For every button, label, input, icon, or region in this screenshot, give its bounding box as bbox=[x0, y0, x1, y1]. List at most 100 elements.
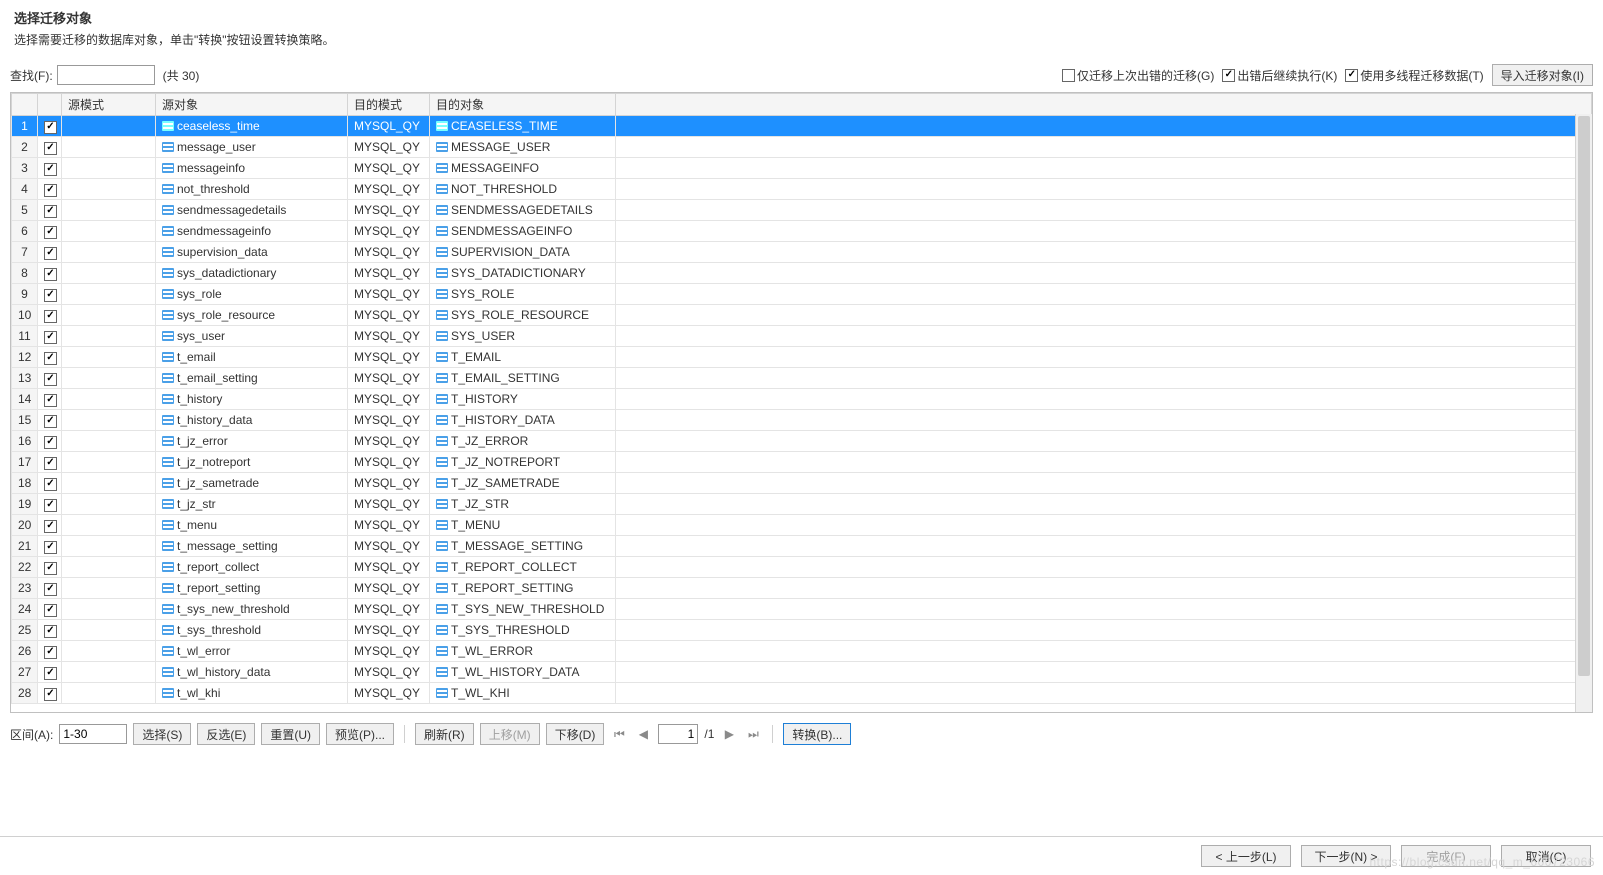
refresh-button[interactable]: 刷新(R) bbox=[415, 723, 474, 745]
cell-src-schema[interactable] bbox=[62, 557, 156, 578]
cell-dst-schema[interactable]: MYSQL_QY bbox=[348, 347, 430, 368]
cell-dst-obj[interactable]: T_EMAIL bbox=[430, 347, 616, 368]
cell-dst-obj[interactable]: CEASELESS_TIME bbox=[430, 116, 616, 137]
cell-src-schema[interactable] bbox=[62, 284, 156, 305]
cell-dst-schema[interactable]: MYSQL_QY bbox=[348, 536, 430, 557]
table-row[interactable]: 23t_report_settingMYSQL_QYT_REPORT_SETTI… bbox=[12, 578, 1592, 599]
cell-src-schema[interactable] bbox=[62, 473, 156, 494]
cell-dst-obj[interactable]: T_REPORT_SETTING bbox=[430, 578, 616, 599]
row-checkbox[interactable] bbox=[38, 116, 62, 137]
page-prev-icon[interactable]: ◀ bbox=[634, 725, 652, 743]
cell-src-schema[interactable] bbox=[62, 389, 156, 410]
cell-src-obj[interactable]: sys_role bbox=[156, 284, 348, 305]
cell-src-schema[interactable] bbox=[62, 494, 156, 515]
cell-src-schema[interactable] bbox=[62, 137, 156, 158]
cell-dst-obj[interactable]: T_HISTORY bbox=[430, 389, 616, 410]
header-dst-obj[interactable]: 目的对象 bbox=[430, 94, 616, 116]
cell-dst-obj[interactable]: T_SYS_THRESHOLD bbox=[430, 620, 616, 641]
table-row[interactable]: 15t_history_dataMYSQL_QYT_HISTORY_DATA bbox=[12, 410, 1592, 431]
cell-dst-schema[interactable]: MYSQL_QY bbox=[348, 473, 430, 494]
row-checkbox[interactable] bbox=[38, 326, 62, 347]
header-checkbox[interactable] bbox=[38, 94, 62, 116]
invert-button[interactable]: 反选(E) bbox=[197, 723, 255, 745]
cell-dst-schema[interactable]: MYSQL_QY bbox=[348, 683, 430, 704]
checkbox-continue-on-error[interactable]: 出错后继续执行(K) bbox=[1222, 67, 1337, 84]
cell-dst-obj[interactable]: T_EMAIL_SETTING bbox=[430, 368, 616, 389]
cell-src-obj[interactable]: supervision_data bbox=[156, 242, 348, 263]
cell-dst-obj[interactable]: T_JZ_SAMETRADE bbox=[430, 473, 616, 494]
cell-src-schema[interactable] bbox=[62, 116, 156, 137]
table-row[interactable]: 16t_jz_errorMYSQL_QYT_JZ_ERROR bbox=[12, 431, 1592, 452]
cell-src-obj[interactable]: t_history bbox=[156, 389, 348, 410]
cell-dst-obj[interactable]: NOT_THRESHOLD bbox=[430, 179, 616, 200]
row-checkbox[interactable] bbox=[38, 515, 62, 536]
table-row[interactable]: 18t_jz_sametradeMYSQL_QYT_JZ_SAMETRADE bbox=[12, 473, 1592, 494]
cell-src-schema[interactable] bbox=[62, 221, 156, 242]
cell-dst-obj[interactable]: T_MESSAGE_SETTING bbox=[430, 536, 616, 557]
cell-src-obj[interactable]: t_email_setting bbox=[156, 368, 348, 389]
cell-src-schema[interactable] bbox=[62, 515, 156, 536]
cell-dst-obj[interactable]: SYS_USER bbox=[430, 326, 616, 347]
vertical-scrollbar[interactable] bbox=[1575, 114, 1592, 712]
table-row[interactable]: 5sendmessagedetailsMYSQL_QYSENDMESSAGEDE… bbox=[12, 200, 1592, 221]
cell-src-obj[interactable]: t_menu bbox=[156, 515, 348, 536]
cell-dst-schema[interactable]: MYSQL_QY bbox=[348, 326, 430, 347]
cell-src-schema[interactable] bbox=[62, 641, 156, 662]
cell-src-schema[interactable] bbox=[62, 179, 156, 200]
cell-dst-obj[interactable]: T_JZ_ERROR bbox=[430, 431, 616, 452]
cell-dst-obj[interactable]: T_WL_HISTORY_DATA bbox=[430, 662, 616, 683]
cell-dst-schema[interactable]: MYSQL_QY bbox=[348, 494, 430, 515]
cell-src-obj[interactable]: sys_user bbox=[156, 326, 348, 347]
cell-dst-schema[interactable]: MYSQL_QY bbox=[348, 263, 430, 284]
cell-src-obj[interactable]: t_wl_khi bbox=[156, 683, 348, 704]
cell-dst-obj[interactable]: T_JZ_STR bbox=[430, 494, 616, 515]
cell-dst-schema[interactable]: MYSQL_QY bbox=[348, 431, 430, 452]
row-checkbox[interactable] bbox=[38, 536, 62, 557]
cell-dst-schema[interactable]: MYSQL_QY bbox=[348, 557, 430, 578]
cell-src-obj[interactable]: t_wl_history_data bbox=[156, 662, 348, 683]
import-button[interactable]: 导入迁移对象(I) bbox=[1492, 64, 1593, 86]
cell-src-obj[interactable]: t_history_data bbox=[156, 410, 348, 431]
row-checkbox[interactable] bbox=[38, 452, 62, 473]
cell-dst-schema[interactable]: MYSQL_QY bbox=[348, 578, 430, 599]
cell-src-obj[interactable]: t_message_setting bbox=[156, 536, 348, 557]
cancel-button[interactable]: 取消(C) bbox=[1501, 845, 1591, 867]
cell-src-schema[interactable] bbox=[62, 662, 156, 683]
cell-src-obj[interactable]: t_jz_sametrade bbox=[156, 473, 348, 494]
row-checkbox[interactable] bbox=[38, 683, 62, 704]
cell-src-schema[interactable] bbox=[62, 536, 156, 557]
cell-dst-schema[interactable]: MYSQL_QY bbox=[348, 620, 430, 641]
migration-grid[interactable]: 源模式 源对象 目的模式 目的对象 1ceaseless_timeMYSQL_Q… bbox=[11, 93, 1592, 704]
table-row[interactable]: 17t_jz_notreportMYSQL_QYT_JZ_NOTREPORT bbox=[12, 452, 1592, 473]
table-row[interactable]: 12t_emailMYSQL_QYT_EMAIL bbox=[12, 347, 1592, 368]
table-row[interactable]: 19t_jz_strMYSQL_QYT_JZ_STR bbox=[12, 494, 1592, 515]
table-row[interactable]: 22t_report_collectMYSQL_QYT_REPORT_COLLE… bbox=[12, 557, 1592, 578]
table-row[interactable]: 28t_wl_khiMYSQL_QYT_WL_KHI bbox=[12, 683, 1592, 704]
cell-dst-schema[interactable]: MYSQL_QY bbox=[348, 662, 430, 683]
cell-src-obj[interactable]: sendmessagedetails bbox=[156, 200, 348, 221]
cell-src-obj[interactable]: sys_datadictionary bbox=[156, 263, 348, 284]
find-input[interactable] bbox=[57, 65, 155, 85]
checkbox-only-failed[interactable]: 仅迁移上次出错的迁移(G) bbox=[1062, 67, 1214, 84]
cell-dst-obj[interactable]: T_WL_ERROR bbox=[430, 641, 616, 662]
row-checkbox[interactable] bbox=[38, 389, 62, 410]
table-row[interactable]: 21t_message_settingMYSQL_QYT_MESSAGE_SET… bbox=[12, 536, 1592, 557]
row-checkbox[interactable] bbox=[38, 263, 62, 284]
row-checkbox[interactable] bbox=[38, 410, 62, 431]
cell-dst-schema[interactable]: MYSQL_QY bbox=[348, 284, 430, 305]
cell-dst-obj[interactable]: SENDMESSAGEDETAILS bbox=[430, 200, 616, 221]
header-src-schema[interactable]: 源模式 bbox=[62, 94, 156, 116]
cell-src-schema[interactable] bbox=[62, 683, 156, 704]
row-checkbox[interactable] bbox=[38, 368, 62, 389]
row-checkbox[interactable] bbox=[38, 221, 62, 242]
cell-dst-obj[interactable]: T_HISTORY_DATA bbox=[430, 410, 616, 431]
cell-src-schema[interactable] bbox=[62, 431, 156, 452]
page-input[interactable] bbox=[658, 724, 698, 744]
cell-dst-schema[interactable]: MYSQL_QY bbox=[348, 515, 430, 536]
cell-src-schema[interactable] bbox=[62, 368, 156, 389]
cell-src-obj[interactable]: not_threshold bbox=[156, 179, 348, 200]
select-button[interactable]: 选择(S) bbox=[133, 723, 191, 745]
row-checkbox[interactable] bbox=[38, 599, 62, 620]
cell-src-obj[interactable]: sys_role_resource bbox=[156, 305, 348, 326]
table-row[interactable]: 8sys_datadictionaryMYSQL_QYSYS_DATADICTI… bbox=[12, 263, 1592, 284]
